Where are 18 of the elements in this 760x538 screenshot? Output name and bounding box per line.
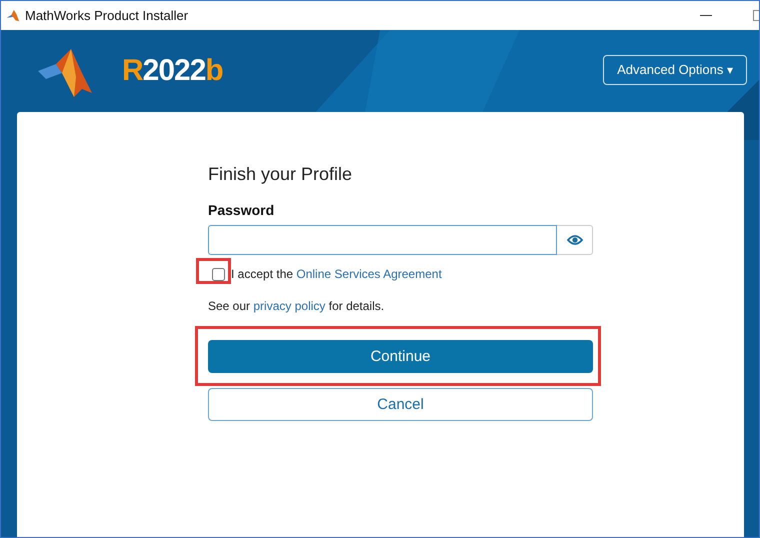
cancel-button[interactable]: Cancel — [208, 388, 593, 421]
password-field[interactable] — [208, 225, 557, 255]
logo-icon — [6, 8, 20, 22]
window-title: MathWorks Product Installer — [25, 8, 188, 23]
advanced-options-button[interactable]: Advanced Options ▾ — [603, 54, 747, 84]
form-heading: Finish your Profile — [208, 164, 354, 185]
maximize-icon[interactable] — [753, 10, 759, 22]
release-logo: R2022b — [122, 54, 223, 88]
minimize-icon[interactable] — [700, 14, 712, 16]
password-label: Password — [208, 202, 276, 218]
agreement-checkbox[interactable] — [212, 268, 225, 280]
privacy-link[interactable]: privacy policy — [253, 299, 326, 313]
eye-icon — [566, 234, 582, 246]
privacy-note: See our privacy policy for details. — [208, 299, 386, 313]
agreement-text: I accept the Online Services Agreement — [231, 267, 442, 281]
show-password-button[interactable] — [557, 225, 593, 255]
continue-button[interactable]: Continue — [208, 340, 593, 373]
agreement-link[interactable]: Online Services Agreement — [296, 267, 442, 281]
